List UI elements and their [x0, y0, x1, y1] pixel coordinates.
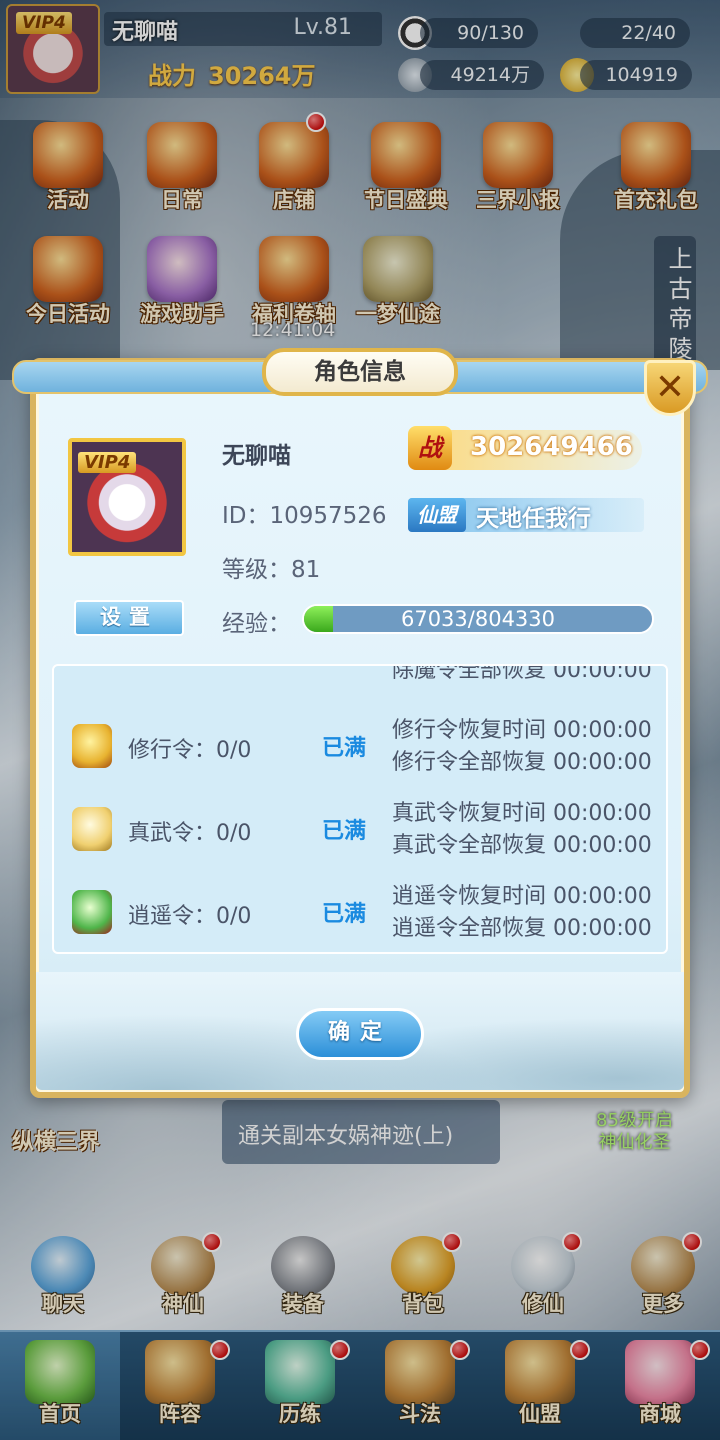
guild-name: 天地任我行: [476, 506, 591, 532]
role-id: ID：10957526: [222, 503, 387, 529]
power-badge: 战 302649466: [408, 426, 642, 470]
dialog-title: 角色信息: [262, 348, 458, 396]
token-row: 修行令：0/0 已满 修行令恢复时间 00:00:00 修行令全部恢复 00:0…: [54, 710, 666, 790]
token-state: 已满: [322, 736, 367, 761]
token-recover-time: 逍遥令恢复时间 00:00:00: [392, 884, 652, 909]
vip-badge: VIP4: [78, 452, 137, 473]
token-recover-all: 真武令全部恢复 00:00:00: [392, 833, 652, 858]
role-name: 无聊喵: [222, 443, 291, 469]
token-name: 修行令：0/0: [128, 738, 252, 763]
xiaoyao-token-icon: [72, 890, 112, 934]
exp-progress-text: 67033/804330: [400, 607, 556, 631]
token-list[interactable]: 除魔令全部恢复 00:00:00 修行令：0/0 已满 修行令恢复时间 00:0…: [52, 664, 668, 954]
confirm-button[interactable]: 确定: [296, 1008, 424, 1060]
token-row: 真武令：0/0 已满 真武令恢复时间 00:00:00 真武令全部恢复 00:0…: [54, 793, 666, 873]
power-tag: 战: [408, 426, 452, 470]
guild-badge: 仙盟 天地任我行: [408, 498, 644, 532]
token-state: 已满: [322, 902, 367, 927]
power-value: 302649466: [470, 432, 633, 462]
token-row: 逍遥令：0/0 已满 逍遥令恢复时间 00:00:00 逍遥令全部恢复 00:0…: [54, 876, 666, 952]
token-partial-row: 除魔令全部恢复 00:00:00: [392, 664, 652, 683]
token-recover-time: 真武令恢复时间 00:00:00: [392, 801, 652, 826]
token-name: 逍遥令：0/0: [128, 904, 252, 929]
token-recover-time: 修行令恢复时间 00:00:00: [392, 718, 652, 743]
zhenwu-token-icon: [72, 807, 112, 851]
token-recover-all: 逍遥令全部恢复 00:00:00: [392, 916, 652, 941]
exp-label: 经验：: [222, 611, 291, 637]
token-name: 真武令：0/0: [128, 821, 252, 846]
token-recover-all: 修行令全部恢复 00:00:00: [392, 750, 652, 775]
role-level: 等级：81: [222, 557, 321, 583]
exp-progress-bar: 67033/804330: [302, 604, 654, 634]
token-state: 已满: [322, 819, 367, 844]
settings-button[interactable]: 设置: [74, 600, 184, 636]
close-button[interactable]: ✕: [644, 360, 696, 416]
cultivation-token-icon: [72, 724, 112, 768]
role-avatar: VIP4: [68, 438, 186, 556]
guild-tag: 仙盟: [408, 498, 466, 532]
